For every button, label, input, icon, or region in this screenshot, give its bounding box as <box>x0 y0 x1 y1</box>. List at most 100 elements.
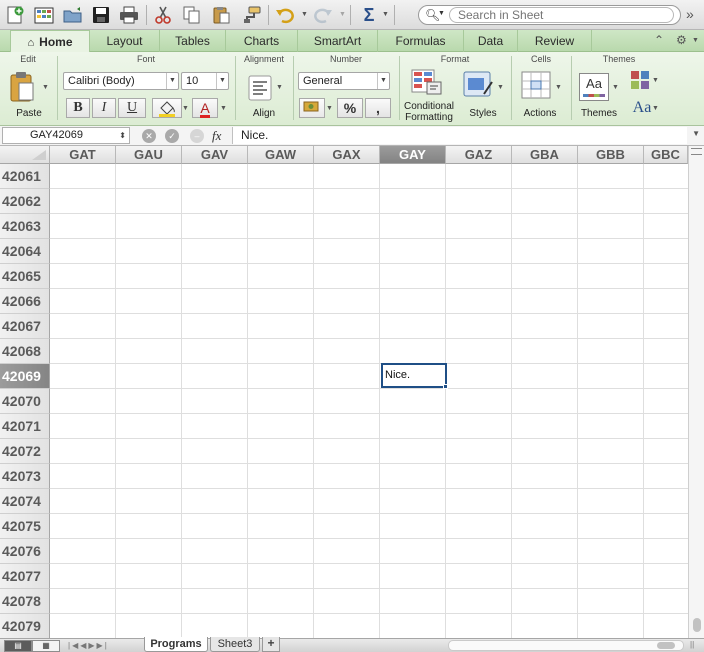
name-box-stepper-icon[interactable]: ⬍ <box>119 128 126 143</box>
cut-icon[interactable] <box>152 4 174 26</box>
row-header-42070[interactable]: 42070 <box>0 389 50 414</box>
column-header-gbc[interactable]: GBC <box>644 146 688 164</box>
fill-color-button[interactable] <box>152 98 182 118</box>
font-color-dropdown-icon[interactable]: ▼ <box>220 105 228 113</box>
tab-formulas[interactable]: Formulas <box>378 30 464 52</box>
redo-dropdown-icon[interactable]: ▼ <box>339 11 347 19</box>
underline-button[interactable]: U <box>118 98 146 118</box>
align-dropdown-icon[interactable]: ▼ <box>276 84 284 92</box>
actions-dropdown-icon[interactable]: ▼ <box>555 84 563 92</box>
active-cell[interactable]: Nice. <box>381 363 447 388</box>
select-all-corner[interactable] <box>0 146 50 164</box>
row-header-42077[interactable]: 42077 <box>0 564 50 589</box>
tab-home[interactable]: ⌂ Home <box>10 30 90 53</box>
fill-handle[interactable] <box>443 384 448 389</box>
row-header-42066[interactable]: 42066 <box>0 289 50 314</box>
formula-input[interactable]: Nice. <box>232 127 687 144</box>
page-layout-view-icon[interactable]: ▦ <box>32 640 60 652</box>
toolbar-overflow-icon[interactable]: » <box>686 6 694 22</box>
column-header-gba[interactable]: GBA <box>512 146 578 164</box>
cancel-entry-icon[interactable]: ✕ <box>142 129 156 143</box>
themes-button[interactable]: Aa <box>578 72 610 102</box>
paste-icon[interactable] <box>210 4 232 26</box>
paste-button[interactable] <box>8 70 36 104</box>
percent-button[interactable]: % <box>337 98 363 118</box>
row-header-42069[interactable]: 42069 <box>0 364 50 389</box>
horizontal-scroll-thumb[interactable] <box>657 642 675 649</box>
sheet-tab-programs[interactable]: Programs <box>144 637 208 652</box>
align-button[interactable] <box>248 74 272 102</box>
confirm-entry-icon[interactable]: ✓ <box>165 129 179 143</box>
row-header-42064[interactable]: 42064 <box>0 239 50 264</box>
row-header-42073[interactable]: 42073 <box>0 464 50 489</box>
sheet-nav-arrows-icon[interactable]: |◀◀▶▶| <box>68 639 109 652</box>
paste-dropdown-icon[interactable]: ▼ <box>42 84 50 92</box>
row-header-42079[interactable]: 42079 <box>0 614 50 638</box>
ribbon-settings-dropdown-icon[interactable]: ▼ <box>692 37 699 44</box>
normal-view-icon[interactable]: ▤ <box>4 640 32 652</box>
ribbon-settings-gear-icon[interactable]: ⚙︎ <box>676 33 687 47</box>
row-header-42076[interactable]: 42076 <box>0 539 50 564</box>
conditional-formatting-button[interactable] <box>410 68 444 96</box>
column-header-gay[interactable]: GAY <box>380 146 446 164</box>
tab-data[interactable]: Data <box>464 30 518 52</box>
cell-area[interactable] <box>50 164 688 638</box>
styles-dropdown-icon[interactable]: ▼ <box>497 84 505 92</box>
column-header-gaw[interactable]: GAW <box>248 146 314 164</box>
horizontal-scrollbar[interactable] <box>448 640 684 651</box>
column-header-gax[interactable]: GAX <box>314 146 380 164</box>
row-header-42062[interactable]: 42062 <box>0 189 50 214</box>
format-painter-icon[interactable] <box>240 4 262 26</box>
styles-button[interactable] <box>462 70 496 100</box>
name-box[interactable]: GAY42069 ⬍ <box>2 127 130 144</box>
row-header-42065[interactable]: 42065 <box>0 264 50 289</box>
expand-formula-bar-icon[interactable]: ▼ <box>692 129 700 138</box>
row-header-42067[interactable]: 42067 <box>0 314 50 339</box>
font-size-select[interactable]: 10 ▼ <box>181 72 229 90</box>
column-header-gav[interactable]: GAV <box>182 146 248 164</box>
copy-icon[interactable] <box>181 4 203 26</box>
font-color-button[interactable]: A <box>192 98 218 118</box>
formula-toggle-icon[interactable]: – <box>190 129 204 143</box>
themes-dropdown-icon[interactable]: ▼ <box>612 84 620 92</box>
search-options-icon[interactable]: ▼ <box>438 10 445 17</box>
insert-function-icon[interactable]: fx <box>212 128 221 144</box>
tab-layout[interactable]: Layout <box>90 30 160 52</box>
horizontal-split-icon[interactable]: || <box>690 640 694 649</box>
search-input[interactable] <box>449 7 674 23</box>
tab-tables[interactable]: Tables <box>160 30 226 52</box>
new-workbook-icon[interactable] <box>4 4 26 26</box>
tab-smartart[interactable]: SmartArt <box>298 30 378 52</box>
vertical-scroll-thumb[interactable] <box>693 618 701 632</box>
row-header-42061[interactable]: 42061 <box>0 164 50 189</box>
column-header-gbb[interactable]: GBB <box>578 146 644 164</box>
italic-button[interactable]: I <box>92 98 116 118</box>
autosum-icon[interactable]: Σ <box>358 4 380 26</box>
actions-button[interactable] <box>520 70 554 100</box>
tab-charts[interactable]: Charts <box>226 30 298 52</box>
open-icon[interactable] <box>62 4 84 26</box>
autosum-dropdown-icon[interactable]: ▼ <box>382 11 390 19</box>
tab-review[interactable]: Review <box>518 30 592 52</box>
save-icon[interactable] <box>90 4 112 26</box>
currency-dropdown-icon[interactable]: ▼ <box>326 105 334 113</box>
add-sheet-button[interactable]: + <box>262 637 280 652</box>
row-header-42078[interactable]: 42078 <box>0 589 50 614</box>
currency-format-button[interactable] <box>299 98 325 118</box>
row-header-42068[interactable]: 42068 <box>0 339 50 364</box>
print-icon[interactable] <box>118 4 140 26</box>
templates-icon[interactable] <box>33 4 55 26</box>
comma-button[interactable]: , <box>365 98 391 118</box>
column-header-gaz[interactable]: GAZ <box>446 146 512 164</box>
undo-icon[interactable] <box>274 4 296 26</box>
row-header-42072[interactable]: 42072 <box>0 439 50 464</box>
row-header-42071[interactable]: 42071 <box>0 414 50 439</box>
row-header-42075[interactable]: 42075 <box>0 514 50 539</box>
vertical-scrollbar[interactable] <box>688 146 704 638</box>
column-header-gau[interactable]: GAU <box>116 146 182 164</box>
search-box[interactable]: 🔍︎ ▼ <box>418 5 681 25</box>
column-header-gat[interactable]: GAT <box>50 146 116 164</box>
theme-colors-button[interactable] <box>630 70 650 90</box>
collapse-ribbon-icon[interactable]: ⌃ <box>654 33 664 47</box>
redo-icon[interactable] <box>312 4 334 26</box>
